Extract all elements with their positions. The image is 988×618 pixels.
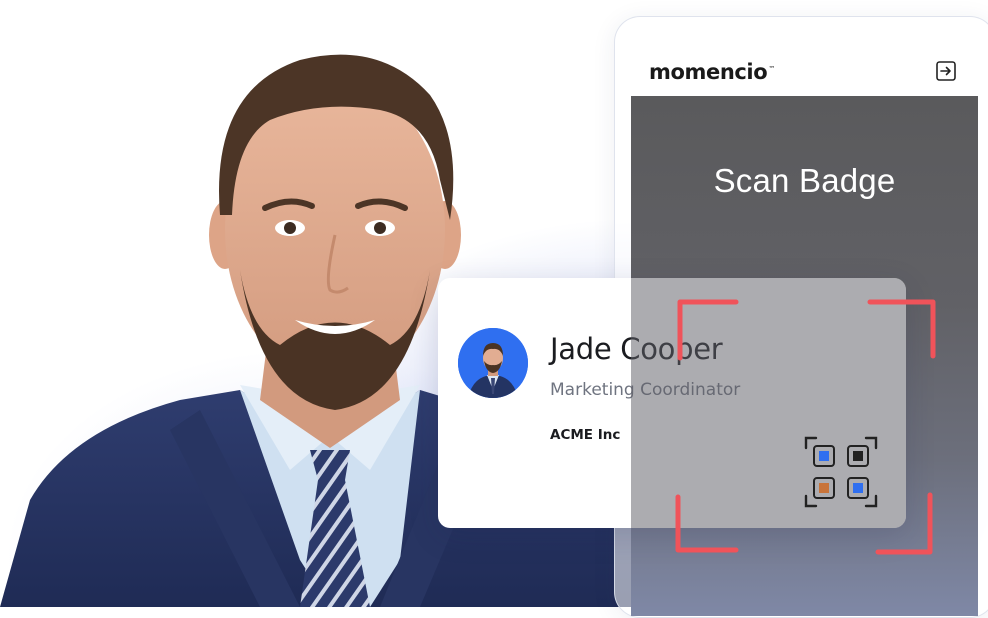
attendee-company: ACME Inc — [550, 427, 621, 443]
logo-text: momencio — [649, 60, 768, 84]
momencio-logo: momencio™ — [649, 60, 775, 84]
avatar-portrait-icon — [458, 328, 528, 398]
logo-trademark: ™ — [768, 65, 775, 73]
app-header: momencio™ — [631, 34, 978, 96]
scan-badge-title: Scan Badge — [713, 162, 896, 199]
scan-frame-corners — [675, 299, 936, 555]
qr-code-icon — [804, 436, 878, 508]
exit-icon[interactable] — [934, 59, 958, 83]
avatar — [458, 328, 528, 398]
